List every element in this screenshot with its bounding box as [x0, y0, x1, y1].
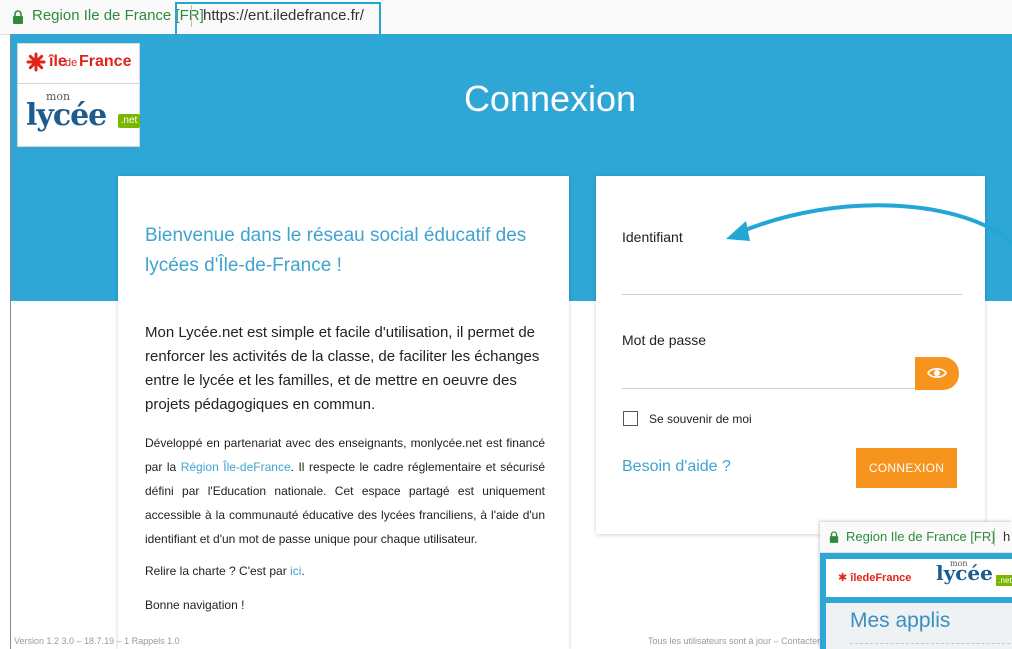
- eye-icon: [927, 367, 947, 379]
- logo-de-text: de: [65, 57, 78, 69]
- welcome-lead: Mon Lycée.net est simple et facile d'uti…: [145, 324, 540, 413]
- inset-ile-de-france-logo: ✱ îledeFrance: [838, 572, 912, 584]
- remember-label[interactable]: Se souvenir de moi: [649, 412, 752, 426]
- lock-icon: [13, 10, 23, 24]
- region-link[interactable]: Région Île-deFrance: [181, 460, 291, 474]
- inset-screenshot: Region Ile de France [FR] h ✱ îledeFranc…: [820, 522, 1012, 649]
- remember-checkbox[interactable]: [623, 411, 638, 426]
- inset-site-identity: Region Ile de France [FR]: [846, 529, 995, 544]
- show-password-button[interactable]: [915, 357, 959, 390]
- inset-logo-strip: ✱ îledeFrance mon lycée .net: [826, 559, 1012, 597]
- annotation-arrow-icon: [726, 203, 1012, 245]
- page-title: Connexion: [463, 78, 637, 119]
- inset-mes-applis-title: Mes applis: [850, 609, 951, 632]
- inset-lock-icon: [829, 531, 839, 543]
- goodbye-text: Bonne navigation !: [145, 598, 245, 612]
- star-icon: [26, 52, 46, 72]
- help-link[interactable]: Besoin d'aide ?: [622, 458, 731, 476]
- charte-end: .: [301, 564, 305, 578]
- charte-link[interactable]: ici: [290, 564, 301, 578]
- inset-logo-net: .net: [996, 575, 1012, 586]
- footer-version-text: Version 1.2 3.0 – 18.7.19 – 1 Rappels 1.…: [14, 636, 180, 646]
- charte-line: Relire la charte ? C'est par ici.: [145, 564, 305, 578]
- footer-status-text: Tous les utilisateurs sont à jour – Cont…: [648, 636, 845, 646]
- browser-address-bar: Region Ile de France [FR] https://ent.il…: [0, 0, 1012, 35]
- connexion-button[interactable]: CONNEXION: [856, 448, 957, 488]
- inset-logo-lycee: lycée: [936, 561, 993, 585]
- inset-address-bar: Region Ile de France [FR] h: [820, 522, 1012, 553]
- inset-address-url: h: [1003, 529, 1011, 544]
- inset-body: Mes applis: [820, 603, 1012, 649]
- logo-france-text: France: [79, 53, 132, 70]
- inset-address-separator: [994, 528, 995, 546]
- inset-header: ✱ îledeFrance mon lycée .net: [820, 553, 1012, 603]
- password-label: Mot de passe: [622, 332, 707, 348]
- welcome-body: Développé en partenariat avec des enseig…: [145, 431, 545, 551]
- inset-panel: Mes applis: [826, 603, 1012, 649]
- identifiant-label: Identifiant: [622, 229, 683, 245]
- password-input[interactable]: [622, 360, 917, 389]
- inset-divider: [850, 643, 1010, 644]
- welcome-card: Bienvenue dans le réseau social éducatif…: [118, 176, 569, 649]
- welcome-title: Bienvenue dans le réseau social éducatif…: [145, 225, 527, 276]
- charte-text: Relire la charte ? C'est par: [145, 564, 291, 578]
